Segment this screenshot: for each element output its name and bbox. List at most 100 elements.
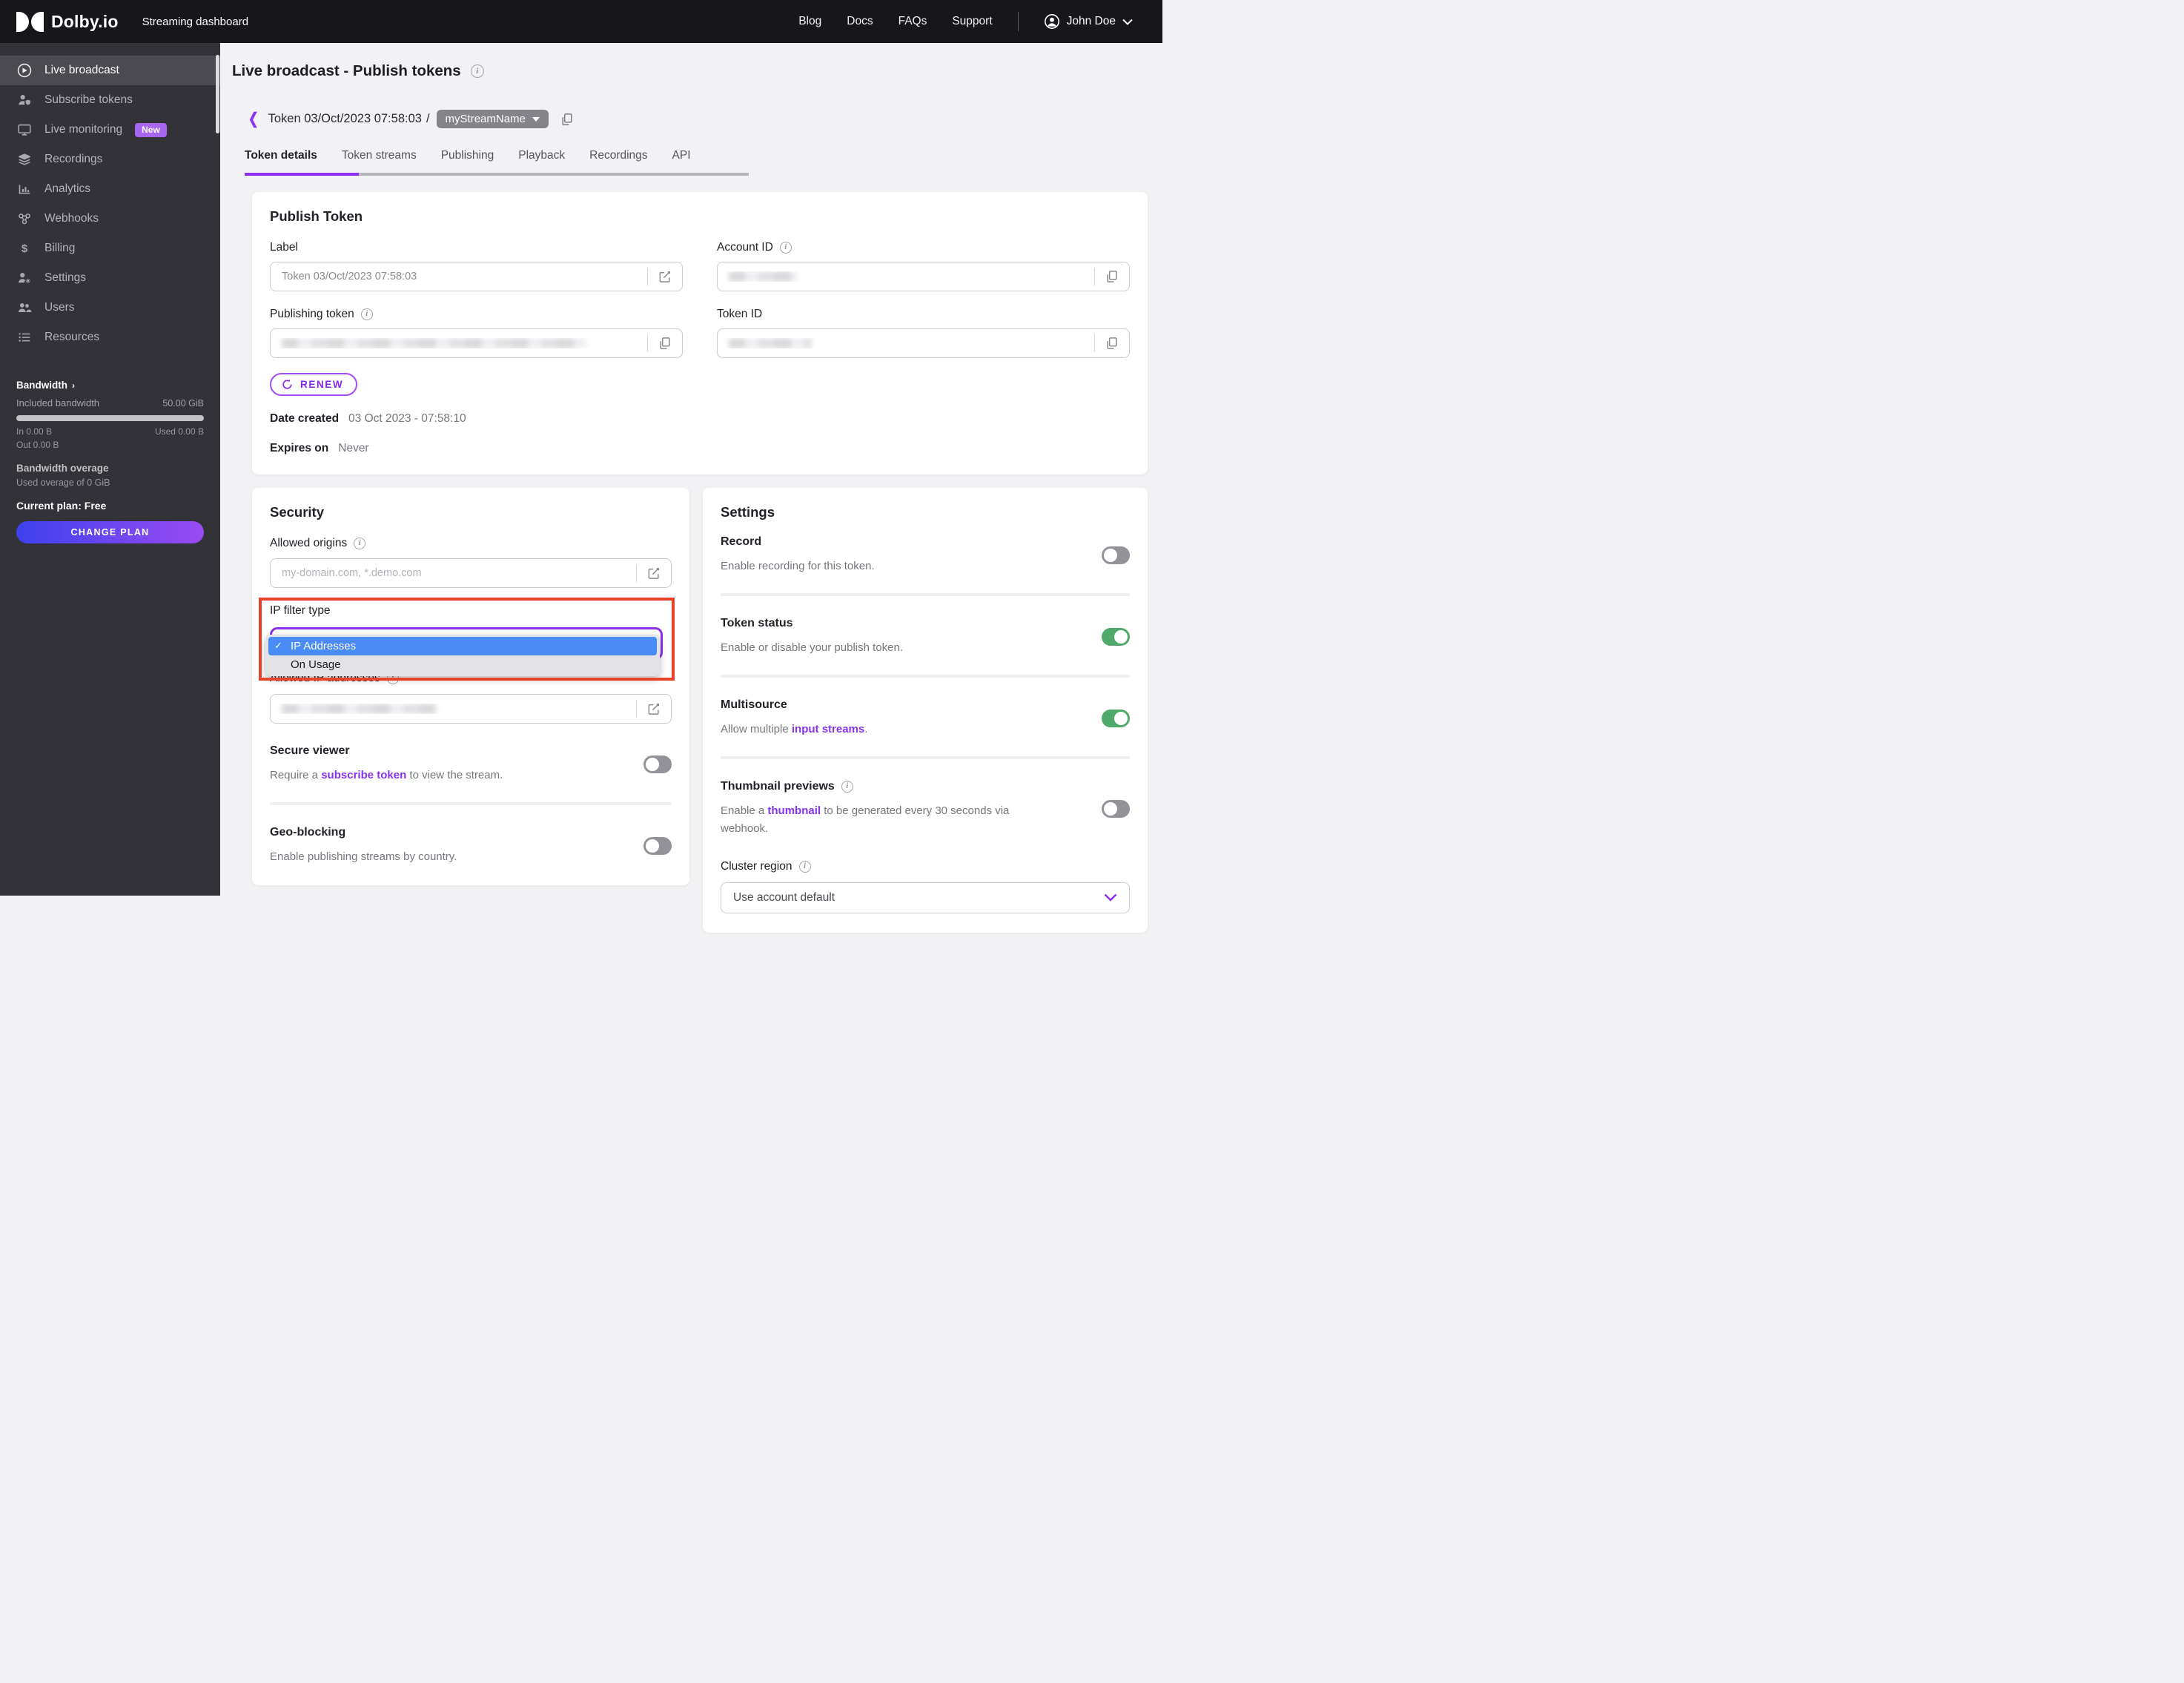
allowed-origins-info-icon[interactable]: i: [354, 537, 366, 549]
label-field-value: Token 03/Oct/2023 07:58:03: [282, 270, 417, 282]
date-created-label: Date created: [270, 411, 340, 425]
nav-docs[interactable]: Docs: [847, 15, 873, 28]
settings-icon: [16, 269, 33, 287]
cluster-region-info-icon[interactable]: i: [798, 860, 811, 873]
nav-divider: [1017, 12, 1019, 31]
chevron-down-icon: [532, 116, 540, 122]
tab-token-details[interactable]: Token details: [245, 146, 317, 173]
renew-icon: [281, 378, 294, 391]
page-info-icon[interactable]: i: [470, 65, 484, 78]
input-streams-link[interactable]: input streams: [792, 723, 864, 735]
record-row: Record Enable recording for this token.: [721, 535, 1130, 575]
breadcrumb-token: Token 03/Oct/2023 07:58:03: [268, 112, 422, 125]
stream-name: myStreamName: [445, 113, 526, 125]
cluster-region-select[interactable]: Use account default: [721, 882, 1130, 913]
nav-blog[interactable]: Blog: [798, 15, 821, 28]
label-field-label: Label: [270, 240, 298, 254]
user-menu[interactable]: John Doe: [1044, 13, 1133, 30]
tab-api[interactable]: API: [672, 146, 691, 173]
subscribe-token-link[interactable]: subscribe token: [321, 769, 406, 781]
current-plan: Current plan: Free: [16, 500, 107, 512]
sidebar-item-recordings[interactable]: Recordings: [0, 145, 220, 174]
sidebar-item-billing[interactable]: $ Billing: [0, 234, 220, 263]
included-bandwidth-value: 50.00 GiB: [162, 398, 204, 409]
publishing-token-field[interactable]: [270, 328, 683, 358]
sidebar-item-label: Recordings: [44, 153, 103, 165]
multisource-title: Multisource: [721, 698, 787, 711]
divider: [721, 674, 1130, 678]
back-chevron-icon[interactable]: ❮: [248, 111, 259, 127]
sidebar-item-live-monitoring[interactable]: Live monitoring New: [0, 115, 220, 145]
sidebar-item-users[interactable]: Users: [0, 293, 220, 323]
sidebar-scrollbar[interactable]: [216, 55, 219, 133]
thumbnail-link[interactable]: thumbnail: [767, 804, 821, 817]
secure-viewer-row: Secure viewer Require a subscribe token …: [270, 744, 672, 784]
option-on-usage[interactable]: On Usage: [268, 655, 657, 674]
sidebar-item-resources[interactable]: Resources: [0, 323, 220, 352]
geo-blocking-desc: Enable publishing streams by country.: [270, 850, 457, 863]
copy-account-id-icon[interactable]: [1095, 269, 1129, 284]
tab-token-streams[interactable]: Token streams: [342, 146, 417, 173]
bandwidth-panel: Bandwidth › Included bandwidth 50.00 GiB…: [0, 380, 220, 543]
allowed-origins-placeholder: my-domain.com, *.demo.com: [282, 566, 422, 579]
edit-label-icon[interactable]: [648, 269, 682, 284]
new-badge: New: [135, 122, 167, 137]
allowed-ip-addresses-field[interactable]: [270, 693, 672, 724]
token-id-field[interactable]: [717, 328, 1130, 358]
copy-publishing-token-icon[interactable]: [648, 336, 682, 351]
account-id-info-icon[interactable]: i: [779, 241, 792, 254]
sidebar-item-label: Users: [44, 301, 75, 314]
record-title: Record: [721, 535, 762, 548]
settings-title: Settings: [721, 503, 775, 520]
edit-allowed-ips-icon[interactable]: [637, 701, 671, 716]
edit-allowed-origins-icon[interactable]: [637, 566, 671, 581]
record-toggle[interactable]: [1102, 546, 1130, 564]
thumbnail-previews-info-icon[interactable]: i: [841, 780, 853, 793]
renew-button[interactable]: RENEW: [270, 372, 358, 396]
label-field[interactable]: Token 03/Oct/2023 07:58:03: [270, 261, 683, 291]
multisource-toggle[interactable]: [1102, 709, 1130, 727]
broadcast-icon: [16, 62, 33, 79]
thumbnail-previews-toggle[interactable]: [1102, 799, 1130, 818]
cluster-region-label: Cluster region: [721, 859, 792, 873]
divider: [721, 592, 1130, 596]
tab-publishing[interactable]: Publishing: [441, 146, 494, 173]
sidebar-item-analytics[interactable]: Analytics: [0, 174, 220, 204]
security-card: Security Allowed origins i my-domain.com…: [252, 487, 689, 885]
ip-filter-dropdown-menu: ✓ IP Addresses On Usage: [265, 634, 660, 676]
nav-faqs[interactable]: FAQs: [899, 15, 927, 28]
brand: Dolby.io Streaming dashboard: [16, 11, 248, 32]
copy-token-id-icon[interactable]: [1095, 336, 1129, 351]
publish-token-title: Publish Token: [270, 208, 363, 224]
allowed-origins-field[interactable]: my-domain.com, *.demo.com: [270, 558, 672, 588]
account-id-label: Account ID: [717, 240, 773, 254]
tab-recordings[interactable]: Recordings: [589, 146, 647, 173]
bandwidth-in: In 0.00 B: [16, 426, 53, 437]
top-bar: Dolby.io Streaming dashboard Blog Docs F…: [0, 0, 1162, 43]
publishing-token-info-icon[interactable]: i: [360, 308, 373, 320]
sidebar: Live broadcast Subscribe tokens Live mon…: [0, 43, 220, 896]
included-bandwidth-label: Included bandwidth: [16, 397, 100, 409]
page-title: Live broadcast - Publish tokens: [232, 62, 461, 79]
sidebar-item-label: Subscribe tokens: [44, 93, 133, 106]
token-status-toggle[interactable]: [1102, 627, 1130, 646]
sidebar-item-label: Live monitoring: [44, 123, 123, 136]
account-id-field[interactable]: [717, 261, 1130, 291]
geo-blocking-row: Geo-blocking Enable publishing streams b…: [270, 826, 672, 866]
thumbnail-previews-row: Thumbnail previews i Enable a thumbnail …: [721, 780, 1130, 838]
sidebar-item-subscribe-tokens[interactable]: Subscribe tokens: [0, 85, 220, 115]
nav-support[interactable]: Support: [952, 15, 992, 28]
sidebar-item-label: Resources: [44, 331, 100, 343]
tab-playback[interactable]: Playback: [518, 146, 565, 173]
geo-blocking-toggle[interactable]: [643, 836, 672, 855]
bandwidth-title[interactable]: Bandwidth ›: [16, 380, 204, 391]
sidebar-item-webhooks[interactable]: Webhooks: [0, 204, 220, 234]
change-plan-button[interactable]: CHANGE PLAN: [16, 521, 204, 543]
stream-name-dropdown[interactable]: myStreamName: [436, 110, 549, 128]
secure-viewer-toggle[interactable]: [643, 755, 672, 773]
copy-stream-name-icon[interactable]: [560, 112, 575, 127]
option-ip-addresses[interactable]: ✓ IP Addresses: [268, 636, 657, 655]
sidebar-item-settings[interactable]: Settings: [0, 263, 220, 293]
sidebar-item-live-broadcast[interactable]: Live broadcast: [0, 56, 220, 85]
recordings-icon: [16, 151, 33, 168]
